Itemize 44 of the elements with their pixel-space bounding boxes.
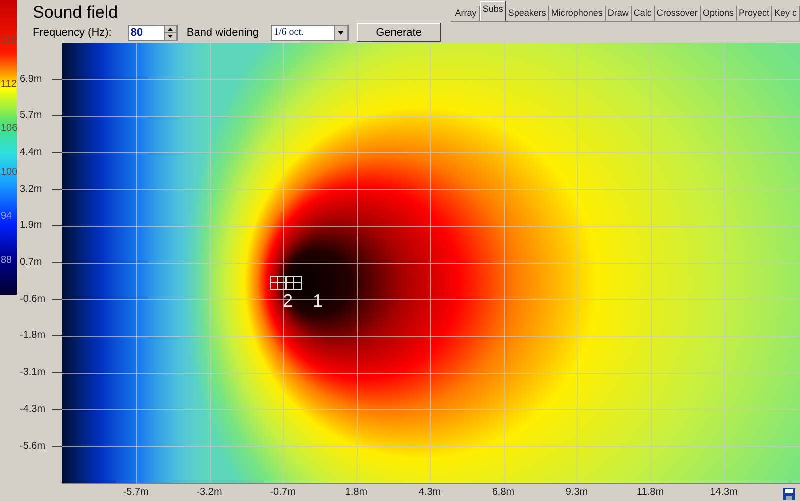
tab[interactable]: Subs — [480, 1, 506, 21]
tab[interactable]: Proyect — [736, 6, 772, 21]
panel-title: Sound field — [33, 3, 120, 23]
axis-label: 14.3m — [709, 487, 739, 498]
band-widening-dropdown[interactable]: 1/6 oct. — [271, 24, 350, 40]
tab[interactable]: Calc — [632, 6, 655, 21]
axis-label: 1.9m — [20, 220, 42, 232]
frequency-field[interactable]: 80 — [128, 26, 163, 40]
axis-label: -5.7m — [122, 487, 150, 498]
axis-label: 4.3m — [418, 487, 442, 498]
scale-label: 88 — [0, 254, 12, 267]
tab[interactable]: Crossover — [654, 6, 701, 21]
axis-label: -3.2m — [196, 487, 224, 498]
axis-label: 5.7m — [20, 110, 42, 122]
frequency-spinbox[interactable]: 80 — [128, 24, 178, 40]
tab[interactable]: Key c — [772, 6, 800, 21]
save-icon[interactable] — [783, 488, 795, 500]
generate-button[interactable]: Generate — [357, 23, 442, 42]
tab[interactable]: Draw — [606, 6, 632, 21]
speaker-box-icon — [286, 276, 302, 290]
scale-label: 112 — [0, 78, 17, 91]
axis-label: -5.6m — [20, 440, 46, 452]
speaker-box-icon — [270, 276, 286, 290]
axis-label: 4.4m — [20, 146, 42, 158]
tab[interactable]: Microphones — [549, 6, 606, 21]
axis-label: 6.8m — [491, 487, 516, 498]
scale-label: 118 — [0, 34, 17, 47]
axis-label: -4.3m — [20, 404, 46, 415]
axis-label: -1.8m — [20, 330, 46, 342]
axis-label: 6.9m — [20, 74, 42, 84]
spinner-arrows-icon[interactable] — [164, 24, 177, 40]
frequency-label: Frequency (Hz): — [33, 26, 112, 38]
axis-label: 9.3m — [564, 487, 590, 498]
axis-label: 11.8m — [636, 487, 666, 498]
axis-label: 1.8m — [344, 487, 369, 498]
axis-label: -0.7m — [269, 487, 297, 498]
tab[interactable]: Options — [700, 6, 737, 21]
axis-label: -0.6m — [20, 294, 46, 305]
axis-label: 3.2m — [20, 184, 42, 195]
band-widening-label: Band widening — [186, 26, 260, 38]
axis-label: -3.1m — [20, 367, 46, 378]
scale-label: 94 — [0, 210, 12, 223]
tab[interactable]: Speakers — [506, 6, 550, 21]
axis-label: 0.7m — [20, 257, 42, 268]
